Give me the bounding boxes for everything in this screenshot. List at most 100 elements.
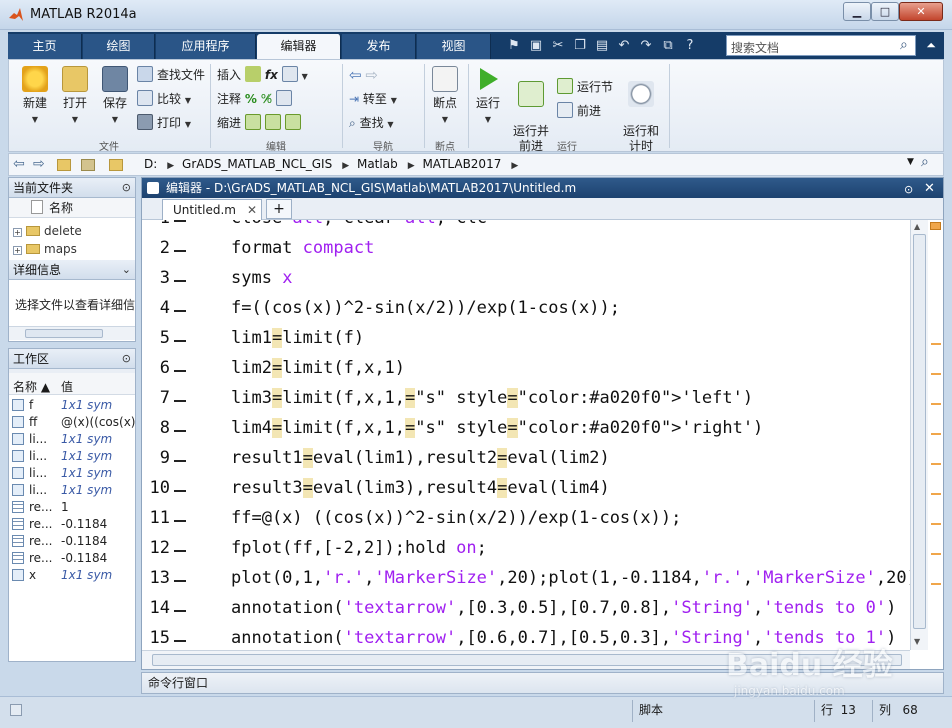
shortcut-icon[interactable]: ⚑	[504, 36, 524, 56]
line-number[interactable]: 6	[144, 358, 170, 378]
details-header[interactable]: 详细信息 ⌄	[9, 260, 135, 280]
warning-indicator-icon[interactable]	[930, 222, 941, 230]
line-number[interactable]: 4	[144, 298, 170, 318]
close-tab-icon[interactable]: ✕	[247, 200, 257, 220]
warning-marker[interactable]	[931, 553, 941, 555]
breakpoint-gutter-marker[interactable]	[174, 280, 186, 282]
tab-plots[interactable]: 绘图	[83, 34, 155, 59]
expand-icon[interactable]: +	[13, 246, 22, 255]
back-icon[interactable]: ⇦	[13, 156, 25, 172]
expand-icon[interactable]: +	[13, 228, 22, 237]
breakpoint-gutter-marker[interactable]	[174, 340, 186, 342]
code-line[interactable]: ff=@(x) ((cos(x))^2-sin(x/2))/exp(1-cos(…	[231, 508, 681, 528]
code-line[interactable]: lim2=limit(f,x,1)	[231, 358, 405, 378]
workspace-variable-row[interactable]: li... 1x1 sym	[9, 465, 135, 482]
code-line[interactable]: result3=eval(lim3),result4=eval(lim4)	[231, 478, 610, 498]
panel-menu-icon[interactable]: ⊙	[122, 178, 131, 198]
tab-home[interactable]: 主页	[8, 34, 82, 59]
workspace-variable-row[interactable]: f 1x1 sym	[9, 397, 135, 414]
breakpoints-button[interactable]: 断点 ▼	[425, 66, 465, 125]
find-files-button[interactable]: 查找文件	[137, 66, 205, 83]
chevron-down-icon[interactable]: ⌄	[122, 260, 131, 280]
maximize-button[interactable]: □	[871, 2, 899, 21]
back-forward-buttons[interactable]: ⇦ ⇨	[349, 66, 378, 84]
open-button[interactable]: 打开 ▼	[55, 66, 95, 125]
horizontal-scrollbar[interactable]	[9, 326, 135, 340]
new-tab-icon[interactable]: +	[266, 199, 292, 219]
indent-button[interactable]: 缩进	[217, 114, 305, 131]
code-editor[interactable]: 1 close all; clear all; clc 2 format compac…	[142, 220, 910, 650]
code-line[interactable]: lim4=limit(f,x,1,="s" style="color:#a020…	[231, 418, 763, 438]
copy-icon[interactable]: ❐	[570, 36, 590, 56]
vertical-scrollbar[interactable]: ▲ ▼	[910, 220, 928, 650]
redo-icon[interactable]: ↷	[636, 36, 656, 56]
forward-arrow-icon[interactable]: ⇨	[365, 66, 378, 84]
undo-icon[interactable]: ↶	[614, 36, 634, 56]
line-number[interactable]: 13	[144, 568, 170, 588]
code-line[interactable]: close all; clear all; clc	[231, 220, 487, 228]
breakpoint-gutter-marker[interactable]	[174, 610, 186, 612]
line-number[interactable]: 12	[144, 538, 170, 558]
panel-menu-icon[interactable]: ⊙	[122, 349, 131, 369]
workspace-variable-row[interactable]: ff @(x)((cos(x))	[9, 414, 135, 431]
search-folder-icon[interactable]: ⌕	[921, 154, 929, 170]
column-value[interactable]: 值	[61, 377, 73, 397]
code-line[interactable]: fplot(ff,[-2,2]);hold on;	[231, 538, 487, 558]
warning-marker[interactable]	[931, 403, 941, 405]
fx-icon[interactable]: fx	[265, 68, 278, 82]
line-number[interactable]: 14	[144, 598, 170, 618]
breakpoint-gutter-marker[interactable]	[174, 220, 186, 222]
scroll-thumb[interactable]	[913, 234, 926, 629]
warning-marker[interactable]	[931, 343, 941, 345]
save-icon[interactable]: ▣	[526, 36, 546, 56]
line-number[interactable]: 10	[144, 478, 170, 498]
warning-marker[interactable]	[931, 493, 941, 495]
breadcrumb-item[interactable]: GrADS_MATLAB_NCL_GIS	[182, 157, 332, 171]
compare-button[interactable]: 比较 ▼	[137, 90, 191, 107]
comment-button[interactable]: 注释 % %̸	[217, 90, 296, 107]
breakpoint-gutter-marker[interactable]	[174, 490, 186, 492]
help-icon[interactable]: ?	[680, 36, 700, 56]
paste-icon[interactable]: ▤	[592, 36, 612, 56]
code-line[interactable]: result1=eval(lim1),result2=eval(lim2)	[231, 448, 610, 468]
warning-marker[interactable]	[931, 583, 941, 585]
line-number[interactable]: 1	[144, 220, 170, 228]
up-folder-icon[interactable]	[57, 159, 71, 171]
breadcrumb-item[interactable]: D:	[144, 157, 157, 171]
warning-marker[interactable]	[931, 373, 941, 375]
tab-publish[interactable]: 发布	[342, 34, 416, 59]
find-button[interactable]: ⌕ 查找 ▼	[349, 114, 394, 131]
line-number[interactable]: 11	[144, 508, 170, 528]
workspace-variable-row[interactable]: re... 1	[9, 499, 135, 516]
goto-button[interactable]: ⇥ 转至 ▼	[349, 90, 397, 107]
warning-marker[interactable]	[931, 463, 941, 465]
code-line[interactable]: plot(0,1,'r.','MarkerSize',20);plot(1,-0…	[231, 568, 910, 588]
code-line[interactable]: annotation('textarrow',[0.3,0.5],[0.7,0.…	[231, 598, 896, 618]
collapse-ribbon-icon[interactable]: ⏶	[922, 35, 940, 56]
code-line[interactable]: lim3=limit(f,x,1,="s" style="color:#a020…	[231, 388, 753, 408]
column-name[interactable]: 名称 ▲	[13, 377, 50, 397]
code-line[interactable]: f=((cos(x))^2-sin(x/2))/exp(1-cos(x));	[231, 298, 620, 318]
insert-button[interactable]: 插入 fx ▼	[217, 66, 308, 83]
close-editor-icon[interactable]: ✕	[924, 179, 935, 199]
advance-button[interactable]: 前进	[557, 102, 601, 119]
tab-untitled-m[interactable]: Untitled.m ✕	[162, 199, 262, 220]
scroll-thumb[interactable]	[25, 329, 103, 338]
line-number[interactable]: 7	[144, 388, 170, 408]
panel-menu-icon[interactable]: ⊙	[904, 180, 913, 200]
breadcrumb-item[interactable]: MATLAB2017	[422, 157, 501, 171]
breakpoint-gutter-marker[interactable]	[174, 430, 186, 432]
breakpoint-gutter-marker[interactable]	[174, 400, 186, 402]
tab-view[interactable]: 视图	[417, 34, 491, 59]
run-section-button[interactable]: 运行节	[557, 78, 613, 95]
breakpoint-gutter-marker[interactable]	[174, 520, 186, 522]
tab-apps[interactable]: 应用程序	[156, 34, 256, 59]
line-number[interactable]: 5	[144, 328, 170, 348]
line-number[interactable]: 9	[144, 448, 170, 468]
print-button[interactable]: 打印 ▼	[137, 114, 191, 131]
minimize-button[interactable]: ▁	[843, 2, 871, 21]
workspace-variable-row[interactable]: re... -0.1184	[9, 550, 135, 567]
tab-editor[interactable]: 编辑器	[257, 34, 341, 59]
breakpoint-gutter-marker[interactable]	[174, 250, 186, 252]
workspace-variable-row[interactable]: re... -0.1184	[9, 533, 135, 550]
